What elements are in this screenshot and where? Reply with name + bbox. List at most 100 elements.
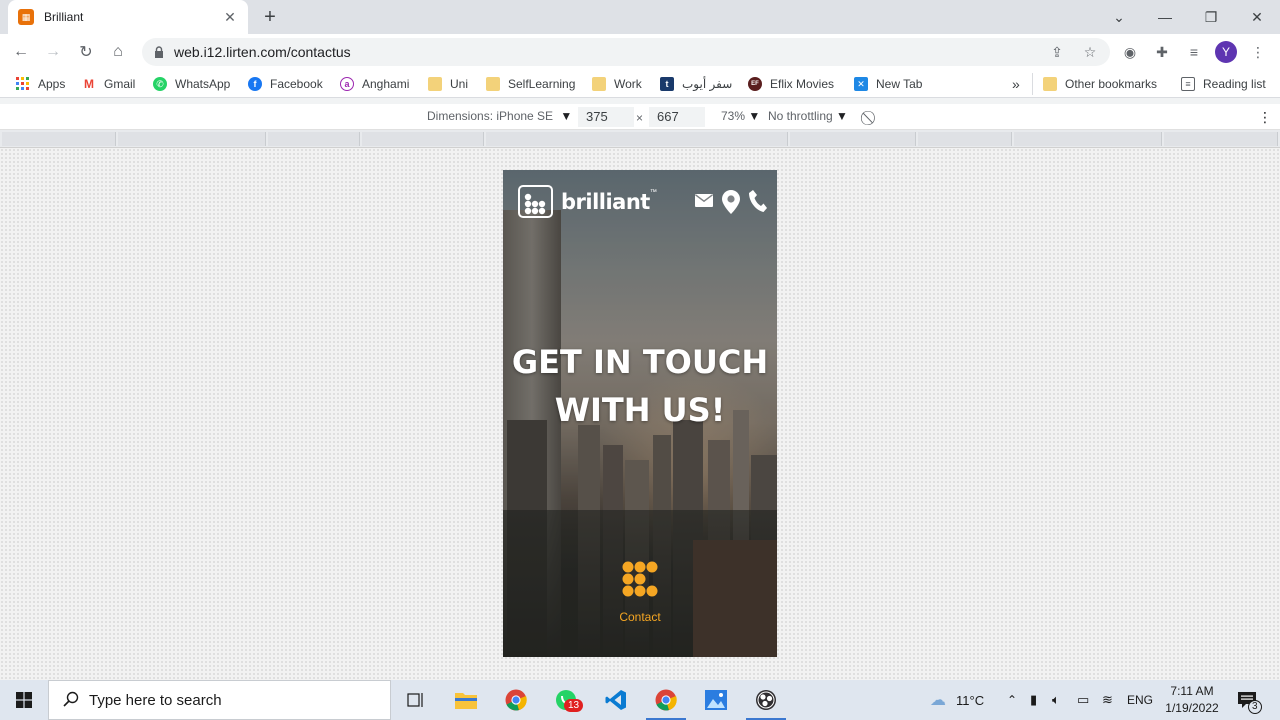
ruler-segment[interactable] (1164, 132, 1278, 146)
tab-brilliant[interactable]: ▦ Brilliant ✕ (8, 0, 248, 34)
vscode-icon[interactable] (592, 680, 640, 720)
wifi-icon[interactable]: ≋ (1102, 680, 1113, 720)
show-hidden-icons-chevron-icon[interactable]: ⌃ (1007, 680, 1017, 720)
bookmark-star-icon[interactable]: ☆ (1080, 42, 1100, 62)
bookmark-whatsapp[interactable]: ✆ WhatsApp (153, 75, 230, 93)
throttling-label: No throttling (768, 109, 833, 123)
bookmark-label: Eflix Movies (770, 77, 835, 91)
ruler-segment[interactable] (2, 132, 116, 146)
bookmark-other[interactable]: Other bookmarks (1043, 75, 1157, 93)
close-window-button[interactable]: ✕ (1234, 0, 1280, 34)
device-toolbar: Dimensions: iPhone SE ▼ 375 × 667 73% ▼ … (0, 104, 1280, 130)
task-view-icon[interactable] (392, 680, 440, 720)
throttling-select[interactable]: No throttling ▼ (768, 109, 848, 123)
forward-icon[interactable]: → (40, 39, 66, 65)
menu-kebab-icon[interactable]: ⋮ (1248, 42, 1268, 62)
system-clock[interactable]: 7:11 AM 1/19/2022 (1155, 683, 1229, 717)
device-menu-kebab-icon[interactable]: ⋮ (1258, 109, 1272, 126)
phone-icon[interactable] (749, 190, 767, 215)
bookmark-label: New Tab (876, 77, 923, 91)
apps-grid-icon (16, 77, 30, 91)
home-icon[interactable]: ⌂ (105, 39, 131, 65)
extension-icon[interactable]: ◉ (1120, 42, 1140, 62)
contact-label[interactable]: Contact (503, 610, 777, 624)
clock-date: 1/19/2022 (1165, 701, 1219, 715)
location-pin-icon[interactable] (722, 190, 740, 217)
ruler-segment[interactable] (918, 132, 1012, 146)
tab-title: Brilliant (44, 10, 84, 24)
chrome-icon[interactable] (492, 680, 540, 720)
ruler-segment[interactable] (486, 132, 788, 146)
bookmark-apps[interactable]: Apps (16, 75, 65, 93)
zoom-select[interactable]: 73% ▼ (721, 109, 760, 123)
taskbar-search-box[interactable]: Type here to search (48, 680, 391, 720)
bookmark-facebook[interactable]: f Facebook (248, 75, 323, 93)
whatsapp-taskbar-icon[interactable]: 13 (542, 680, 590, 720)
bookmarks-divider (1032, 73, 1033, 95)
weather-widget[interactable]: ☁ 11°C (930, 680, 984, 720)
ruler-segment[interactable] (790, 132, 916, 146)
windows-start-icon[interactable] (0, 680, 48, 720)
battery-icon[interactable]: ▭ (1077, 680, 1089, 720)
back-icon[interactable]: ← (8, 39, 34, 65)
address-bar[interactable]: web.i12.lirten.com/contactus (142, 38, 1110, 66)
restore-button[interactable]: ❐ (1188, 0, 1234, 34)
bookmark-label: Facebook (270, 77, 323, 91)
mail-icon[interactable] (695, 194, 713, 210)
anghami-icon: a (340, 77, 354, 91)
bookmark-label: Work (614, 77, 642, 91)
reload-icon[interactable]: ↻ (73, 39, 99, 65)
action-center-icon[interactable]: 3 (1238, 680, 1262, 720)
lock-icon (154, 46, 164, 58)
dropdown-arrow-icon: ▼ (560, 109, 573, 123)
bookmark-uni[interactable]: Uni (428, 75, 468, 93)
input-language[interactable]: ENG (1127, 680, 1153, 720)
volume-icon[interactable]: 🔈︎ (1052, 680, 1060, 720)
bookmarks-overflow-button[interactable]: » (1012, 75, 1020, 93)
site-logo[interactable]: brilliant ™ (518, 185, 657, 218)
media-control-icon[interactable]: ≡ (1184, 42, 1204, 62)
folder-icon (592, 77, 606, 91)
contact-dots-icon[interactable] (622, 561, 660, 599)
bookmark-label: Anghami (362, 77, 410, 91)
clock-time: 7:11 AM (1170, 684, 1214, 698)
photos-icon[interactable] (692, 680, 740, 720)
bookmark-safar-ayoub[interactable]: t سفر أيوب (660, 75, 732, 93)
ruler-segment[interactable] (362, 132, 484, 146)
obs-icon[interactable] (742, 680, 790, 720)
trademark: ™ (649, 189, 657, 196)
folder-icon (428, 77, 442, 91)
tab-close-icon[interactable]: ✕ (222, 9, 238, 26)
width-input[interactable]: 375 (578, 107, 634, 127)
bookmark-new-tab[interactable]: ✕ New Tab (854, 75, 922, 93)
page-headline: GET IN TOUCH WITH US! (503, 338, 777, 434)
reading-list-button[interactable]: ≡ Reading list (1181, 75, 1266, 93)
media-query-ruler (0, 130, 1280, 148)
extensions-puzzle-icon[interactable]: ✚ (1152, 42, 1172, 62)
brilliant-favicon-icon: ▦ (18, 9, 34, 25)
file-explorer-icon[interactable] (442, 680, 490, 720)
bookmark-label: Apps (38, 77, 66, 91)
weather-cloud-icon: ☁ (930, 692, 946, 709)
share-icon[interactable]: ⇪ (1047, 42, 1067, 62)
bookmark-work[interactable]: Work (592, 75, 642, 93)
dropdown-arrow-icon: ▼ (748, 109, 761, 123)
bookmarks-bar: Apps M Gmail ✆ WhatsApp f Facebook a Ang… (0, 70, 1280, 98)
ruler-segment[interactable] (268, 132, 360, 146)
bookmark-selflearning[interactable]: SelfLearning (486, 75, 575, 93)
minimize-button[interactable]: — (1142, 0, 1188, 34)
bookmark-eflix[interactable]: EF Eflix Movies (748, 75, 834, 93)
bookmark-anghami[interactable]: a Anghami (340, 75, 409, 93)
battery-charger-icon[interactable]: ▮ (1030, 680, 1037, 720)
tab-search-icon[interactable]: ⌄ (1096, 0, 1142, 34)
device-select[interactable]: Dimensions: iPhone SE ▼ (427, 109, 572, 123)
ruler-segment[interactable] (1014, 132, 1162, 146)
ruler-segment[interactable] (118, 132, 266, 146)
new-tab-button[interactable]: + (258, 6, 282, 28)
bookmark-gmail[interactable]: M Gmail (82, 75, 135, 93)
times-sign: × (636, 111, 644, 125)
brilliant-logo-icon (518, 185, 553, 218)
height-input[interactable]: 667 (649, 107, 705, 127)
chrome-active-icon[interactable] (642, 680, 690, 720)
profile-avatar[interactable]: Y (1215, 41, 1237, 63)
